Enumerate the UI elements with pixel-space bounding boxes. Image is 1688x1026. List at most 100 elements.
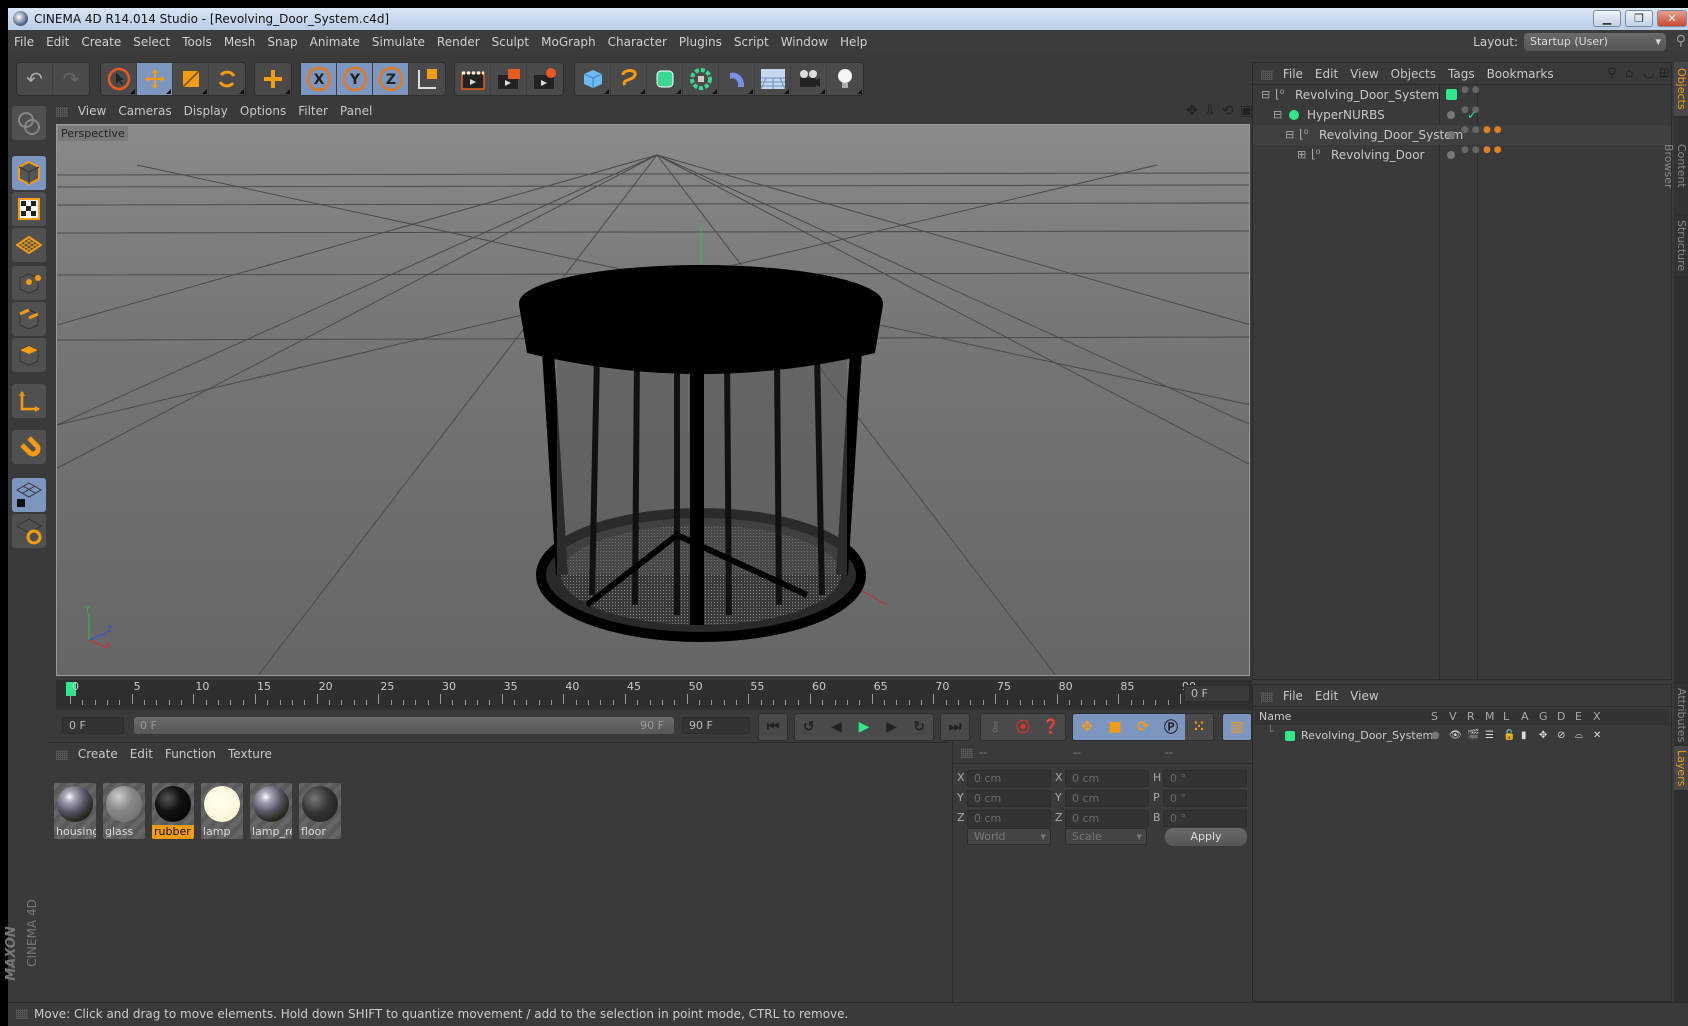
spline-button[interactable]	[611, 63, 647, 95]
record-scale-button[interactable]: ■	[1101, 714, 1129, 740]
axis-mode-button[interactable]	[12, 384, 46, 418]
scale-tool-button[interactable]	[173, 63, 209, 95]
layout-select[interactable]: Startup (User) ▾	[1524, 33, 1666, 51]
object-row[interactable]: ⊟ ⌊⁰ Revolving_Door_System ● ●	[1253, 85, 1671, 105]
viewport-menu-panel[interactable]: Panel	[334, 100, 378, 122]
render-visibility-dots[interactable]: ● ●	[1461, 146, 1480, 155]
render-settings-button[interactable]	[527, 63, 563, 95]
layer-menu-edit[interactable]: Edit	[1309, 685, 1344, 707]
nurbs-button[interactable]	[647, 63, 683, 95]
material-menu-texture[interactable]: Texture	[222, 743, 278, 765]
apply-button[interactable]: Apply	[1165, 828, 1247, 846]
z-axis-button[interactable]: Z	[373, 63, 409, 95]
tag-icon[interactable]: ● ●	[1483, 146, 1502, 155]
minimize-button[interactable]: ▁	[1593, 10, 1621, 27]
object-menu-objects[interactable]: Objects	[1385, 63, 1442, 85]
rotate-tool-button[interactable]	[209, 63, 245, 95]
render-picture-viewer-button[interactable]	[491, 63, 527, 95]
tab-layers[interactable]: Layers	[1674, 746, 1688, 790]
material-swatch[interactable]: lamp	[201, 783, 243, 839]
frame-range-slider[interactable]: 0 F 90 F	[134, 717, 674, 734]
menu-simulate[interactable]: Simulate	[366, 30, 431, 54]
menu-sculpt[interactable]: Sculpt	[486, 30, 535, 54]
step-back-button[interactable]: ◀	[823, 714, 851, 740]
layer-toggle-x-icon[interactable]: ✕	[1593, 727, 1601, 745]
environment-button[interactable]	[755, 63, 791, 95]
previous-keyframe-button[interactable]: ↺	[795, 714, 823, 740]
material-swatch[interactable]: housing	[54, 783, 96, 839]
enabled-check-icon[interactable]: ✓	[1467, 105, 1477, 125]
material-menu-create[interactable]: Create	[72, 743, 124, 765]
go-to-start-button[interactable]: ⏮	[759, 714, 787, 740]
menu-select[interactable]: Select	[127, 30, 176, 54]
menu-window[interactable]: Window	[775, 30, 834, 54]
layer-column-m[interactable]: M	[1485, 709, 1495, 725]
menu-mograph[interactable]: MoGraph	[535, 30, 602, 54]
cube-button[interactable]	[575, 63, 611, 95]
record-position-button[interactable]: ✥	[1073, 714, 1101, 740]
next-keyframe-button[interactable]: ↻	[905, 714, 933, 740]
viewport-menu-cameras[interactable]: Cameras	[112, 100, 177, 122]
viewport-menu-view[interactable]: View	[72, 100, 112, 122]
layer-toggle-d-icon[interactable]: ⊘	[1557, 727, 1565, 745]
layer-column-name[interactable]: Name	[1259, 709, 1291, 725]
coordinate-mode-select[interactable]: World ▾	[967, 828, 1051, 845]
menu-file[interactable]: File	[8, 30, 40, 54]
position-x-field[interactable]: 0 cm	[967, 770, 1051, 787]
menu-tools[interactable]: Tools	[176, 30, 218, 54]
editor-visibility-dot[interactable]	[1447, 131, 1455, 139]
step-forward-button[interactable]: ▶	[878, 714, 906, 740]
expand-toggle-icon[interactable]: ⊟	[1285, 125, 1294, 145]
layer-column-e[interactable]: E	[1575, 709, 1582, 725]
object-menu-file[interactable]: File	[1277, 63, 1309, 85]
layer-column-v[interactable]: V	[1449, 709, 1457, 725]
size-mode-select[interactable]: Scale ▾	[1065, 828, 1147, 845]
object-row[interactable]: ⊟ HyperNURBS ● ● ✓	[1253, 105, 1671, 125]
object-row[interactable]: ⊟ ⌊⁰ Revolving_Door_System ● ● ● ●	[1253, 125, 1671, 145]
layer-column-g[interactable]: G	[1539, 709, 1548, 725]
coordinate-system-button[interactable]	[409, 63, 445, 95]
snap-button[interactable]	[12, 430, 46, 464]
timeline-window-button[interactable]: ▥	[1223, 714, 1251, 740]
expand-toggle-icon[interactable]: ⊞	[1297, 145, 1306, 165]
rotation-p-field[interactable]: 0 °	[1163, 790, 1247, 807]
render-visibility-dots[interactable]: ● ●	[1461, 126, 1480, 135]
viewport-menu-display[interactable]: Display	[178, 100, 234, 122]
layer-column-a[interactable]: A	[1521, 709, 1529, 725]
size-x-field[interactable]: 0 cm	[1065, 770, 1149, 787]
object-menu-bookmarks[interactable]: Bookmarks	[1481, 63, 1560, 85]
panel-grip[interactable]	[1261, 692, 1273, 702]
search-icon[interactable]: ⚲	[1676, 33, 1686, 49]
points-mode-button[interactable]	[12, 266, 46, 300]
size-z-field[interactable]: 0 cm	[1065, 810, 1149, 827]
play-button[interactable]: ▶	[850, 714, 878, 740]
size-y-field[interactable]: 0 cm	[1065, 790, 1149, 807]
expand-toggle-icon[interactable]: ⊟	[1261, 85, 1270, 105]
texture-mode-button[interactable]	[12, 192, 46, 226]
deformer-button[interactable]	[719, 63, 755, 95]
record-point-level-button[interactable]: ⁙	[1185, 714, 1213, 740]
current-frame-field[interactable]: 0 F	[1184, 685, 1250, 702]
tab-objects[interactable]: Objects	[1674, 62, 1688, 116]
panel-grip[interactable]	[56, 750, 68, 760]
tab-content-browser[interactable]: Content Browser	[1662, 118, 1688, 214]
layer-toggle-e-icon[interactable]: ⌓	[1575, 727, 1583, 745]
edges-mode-button[interactable]	[12, 302, 46, 336]
y-axis-button[interactable]: Y	[337, 63, 373, 95]
material-swatch[interactable]: glass	[103, 783, 145, 839]
layer-column-s[interactable]: S	[1431, 709, 1438, 725]
layer-toggle-m-icon[interactable]: ☰	[1485, 727, 1494, 745]
restore-button[interactable]: ❐	[1625, 10, 1653, 27]
record-button[interactable]: ⦿	[1009, 714, 1037, 740]
menu-edit[interactable]: Edit	[40, 30, 75, 54]
3d-viewport[interactable]: Perspective Y Z X	[56, 124, 1250, 676]
layer-toggle-r-icon[interactable]: 🎬	[1467, 727, 1479, 745]
menu-plugins[interactable]: Plugins	[673, 30, 728, 54]
layer-toggle-l-icon[interactable]: 🔓	[1503, 727, 1515, 745]
object-menu-tags[interactable]: Tags	[1442, 63, 1481, 85]
layer-row[interactable]: └ Revolving_Door_System ● 👁 🎬 ☰ 🔓 ▮ ✥ ⊘ ⌓ ✕	[1255, 725, 1669, 745]
layer-color-swatch[interactable]	[1285, 731, 1295, 741]
layer-menu-file[interactable]: File	[1277, 685, 1309, 707]
layer-toggle-g-icon[interactable]: ✥	[1539, 727, 1547, 745]
layer-toggle-s-icon[interactable]: ●	[1431, 727, 1440, 745]
